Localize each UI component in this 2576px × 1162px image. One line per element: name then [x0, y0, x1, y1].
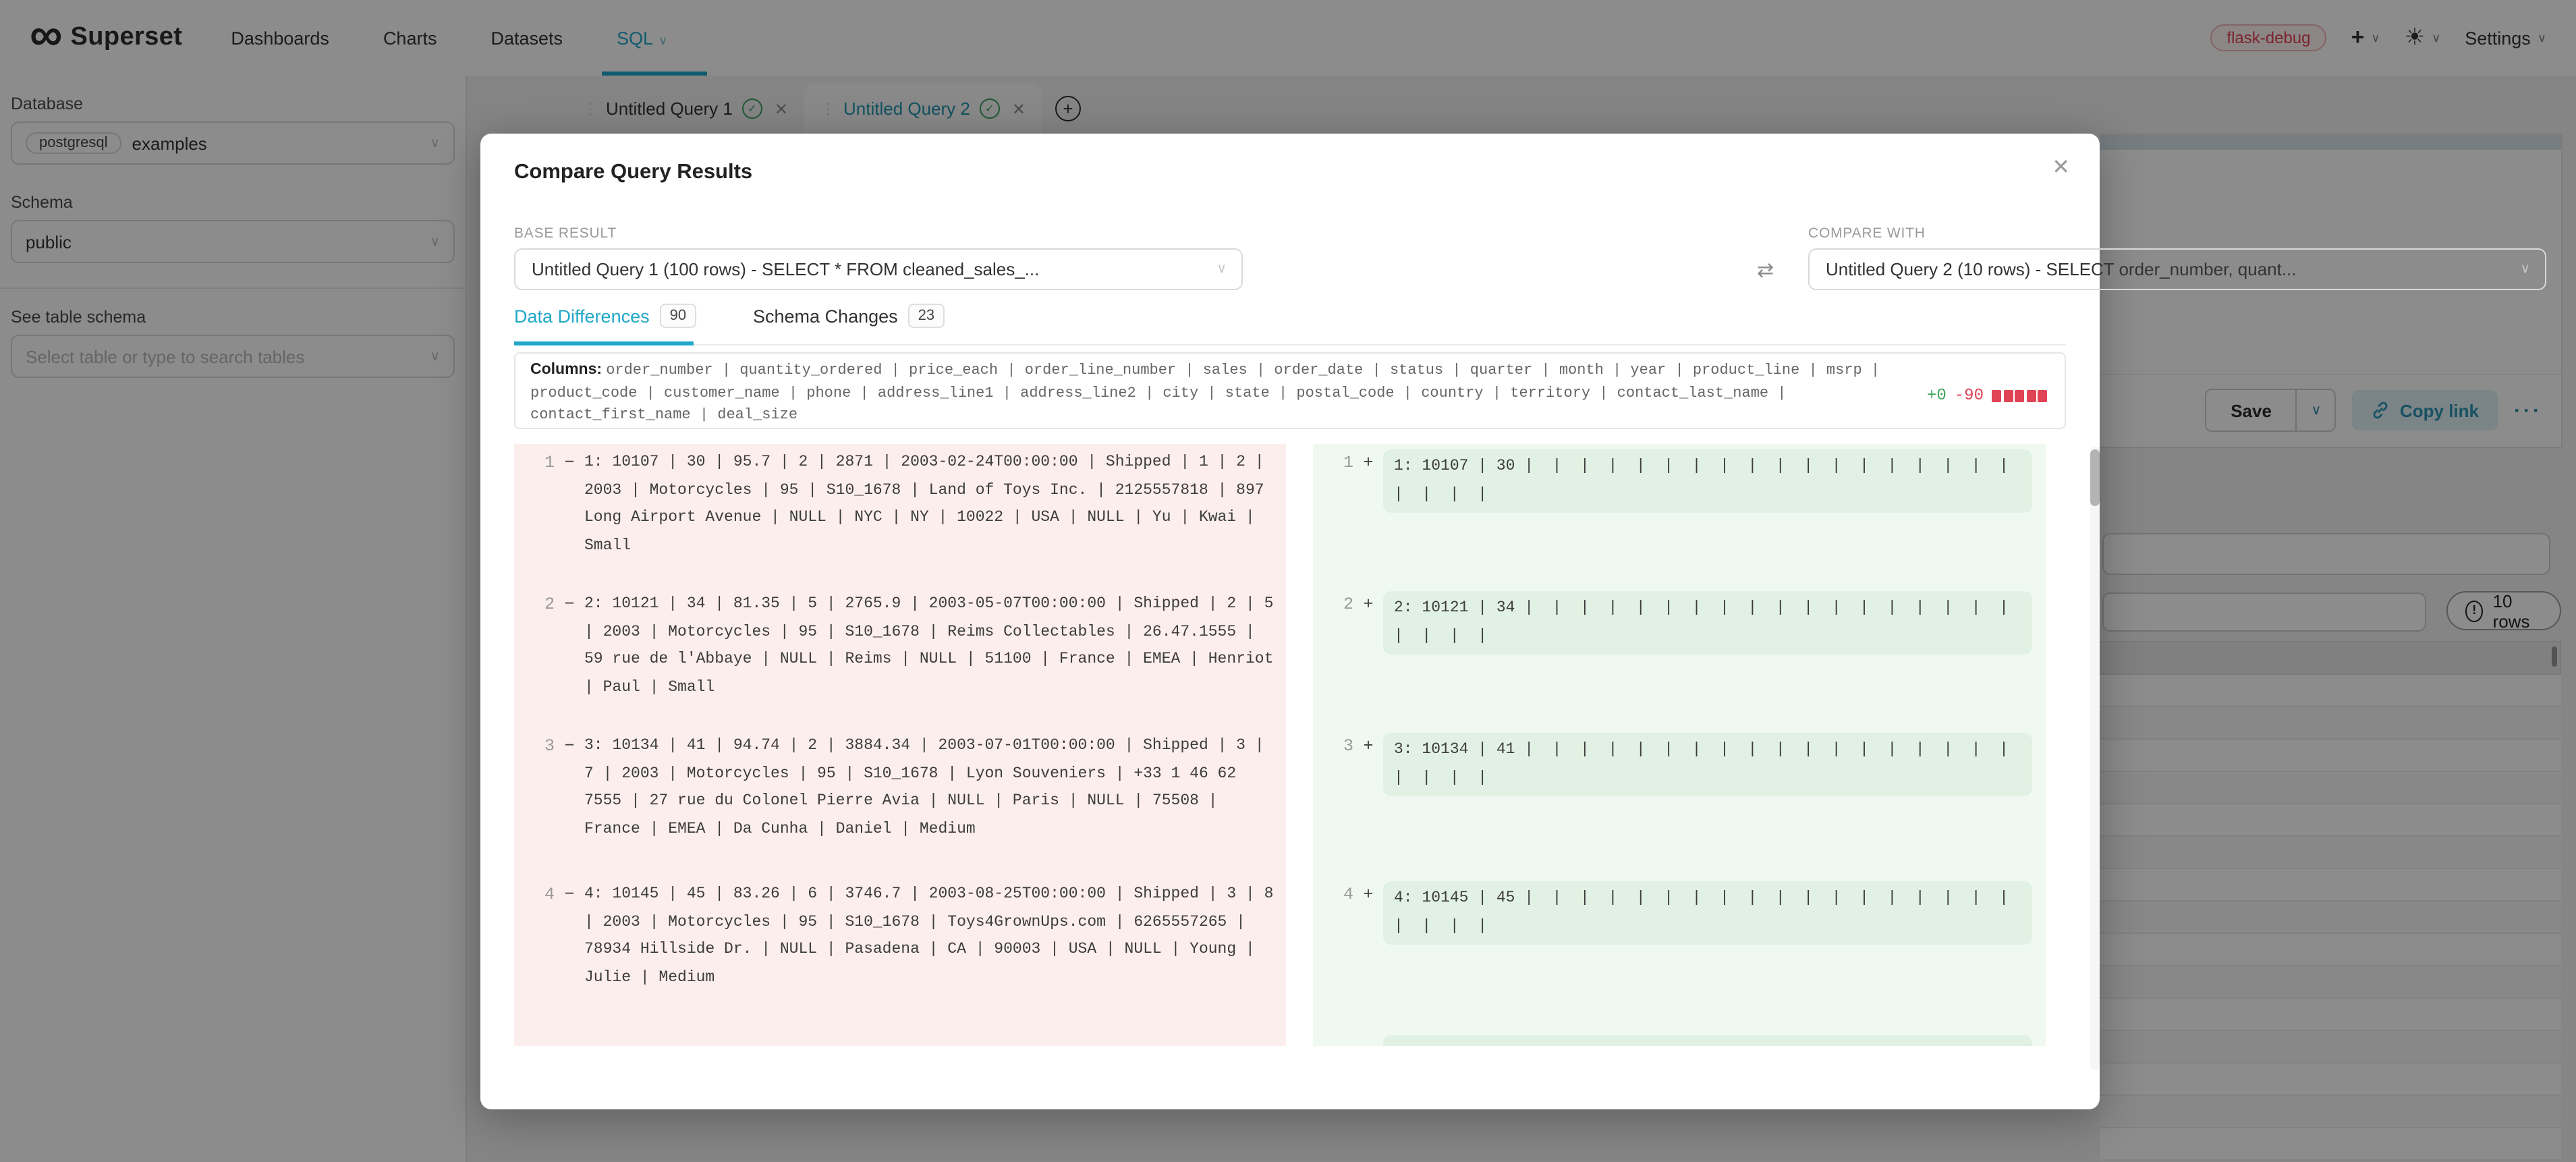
- diff-right-added: 1 + 1: 10107 | 30 | | | | | | | | | | | …: [1313, 444, 2046, 586]
- base-result-label: BASE RESULT: [514, 225, 617, 242]
- diff-row: 3 − 3: 10134 | 41 | 94.74 | 2 | 3884.34 …: [514, 727, 2066, 876]
- removed-row-text: 4: 10145 | 45 | 83.26 | 6 | 3746.7 | 200…: [584, 881, 1275, 1024]
- added-count: +0: [1927, 386, 1947, 407]
- removed-marker: −: [555, 881, 584, 1024]
- added-marker: +: [1353, 881, 1383, 1024]
- diff-row: 2 − 2: 10121 | 34 | 81.35 | 5 | 2765.9 |…: [514, 586, 2066, 727]
- line-number: 3: [1332, 733, 1353, 876]
- diff-left-removed: 1 − 1: 10107 | 30 | 95.7 | 2 | 2871 | 20…: [514, 444, 1286, 586]
- modal-tabs: Data Differences 90 Schema Changes 23: [514, 274, 2066, 339]
- diff-scrollbar-thumb[interactable]: [2090, 449, 2100, 506]
- removed-count: -90: [1955, 386, 1984, 407]
- superset-sql-lab: ∞ Superset Dashboards Charts Datasets SQ…: [0, 0, 2576, 1162]
- tabs-divider: [514, 344, 2066, 345]
- line-number: 1: [533, 449, 555, 586]
- line-number: [1332, 1035, 1353, 1046]
- schema-changes-count-badge: 23: [909, 304, 945, 328]
- line-number: 1: [1332, 449, 1353, 586]
- removed-marker: −: [555, 449, 584, 586]
- compare-query-results-modal: Compare Query Results ✕ BASE RESULT Unti…: [480, 134, 2100, 1109]
- diff-view: 1 − 1: 10107 | 30 | 95.7 | 2 | 2871 | 20…: [514, 444, 2066, 1073]
- diff-block-square: [2015, 391, 2024, 403]
- diff-row: 1 − 1: 10107 | 30 | 95.7 | 2 | 2871 | 20…: [514, 444, 2066, 586]
- columns-list: order_number | quantity_ordered | price_…: [530, 363, 1880, 424]
- removed-row-text: 3: 10134 | 41 | 94.74 | 2 | 3884.34 | 20…: [584, 733, 1275, 876]
- diff-left-removed: [514, 1024, 1286, 1046]
- added-row-text: 2: 10121 | 34 | | | | | | | | | | | | | …: [1383, 591, 2032, 655]
- added-marker: +: [1353, 449, 1383, 586]
- diff-left-removed: 3 − 3: 10134 | 41 | 94.74 | 2 | 3884.34 …: [514, 727, 1286, 876]
- line-number: 3: [533, 733, 555, 876]
- tab-data-differences[interactable]: Data Differences 90: [514, 304, 696, 328]
- diff-block-square: [1992, 391, 2001, 403]
- removed-row-text: 1: 10107 | 30 | 95.7 | 2 | 2871 | 2003-0…: [584, 449, 1275, 586]
- columns-header-box: Columns: order_number | quantity_ordered…: [514, 352, 2066, 429]
- diff-scrollbar-track[interactable]: [2090, 447, 2100, 1070]
- diff-right-added: [1313, 1024, 2046, 1046]
- diff-blocks-indicator: [1992, 391, 2047, 403]
- added-row-text: 3: 10134 | 41 | | | | | | | | | | | | | …: [1383, 733, 2032, 796]
- added-marker: +: [1353, 733, 1383, 876]
- tab-schema-changes-label: Schema Changes: [753, 306, 898, 326]
- compare-with-label: COMPARE WITH: [1808, 225, 1926, 242]
- line-number: 2: [533, 591, 555, 727]
- diff-right-added: 3 + 3: 10134 | 41 | | | | | | | | | | | …: [1313, 727, 2046, 876]
- data-differences-count-badge: 90: [661, 304, 696, 328]
- line-number: 4: [1332, 881, 1353, 1024]
- diff-gutter: [1286, 1024, 1313, 1046]
- tab-schema-changes[interactable]: Schema Changes 23: [753, 304, 944, 328]
- diff-summary: +0 -90: [1927, 386, 2047, 407]
- diff-left-removed: 2 − 2: 10121 | 34 | 81.35 | 5 | 2765.9 |…: [514, 586, 1286, 727]
- added-row-text: 4: 10145 | 45 | | | | | | | | | | | | | …: [1383, 881, 2032, 945]
- diff-block-square: [2038, 391, 2047, 403]
- diff-left-removed: 4 − 4: 10145 | 45 | 83.26 | 6 | 3746.7 |…: [514, 876, 1286, 1024]
- removed-row-text: 2: 10121 | 34 | 81.35 | 5 | 2765.9 | 200…: [584, 591, 1275, 727]
- diff-row-clipped: [514, 1024, 2066, 1046]
- added-marker: +: [1353, 591, 1383, 727]
- added-row-block-clipped: [1383, 1035, 2032, 1046]
- diff-block-square: [2026, 391, 2036, 403]
- line-number: 2: [1332, 591, 1353, 727]
- active-tab-underline: [514, 341, 694, 345]
- diff-right-added: 4 + 4: 10145 | 45 | | | | | | | | | | | …: [1313, 876, 2046, 1024]
- close-modal-icon[interactable]: ✕: [2052, 158, 2070, 179]
- added-row-text: 1: 10107 | 30 | | | | | | | | | | | | | …: [1383, 449, 2032, 513]
- line-number: 4: [533, 881, 555, 1024]
- removed-marker: −: [555, 733, 584, 876]
- modal-title: Compare Query Results: [514, 161, 752, 185]
- diff-right-added: 2 + 2: 10121 | 34 | | | | | | | | | | | …: [1313, 586, 2046, 727]
- diff-gutter: [1286, 876, 1313, 1024]
- diff-row: 4 − 4: 10145 | 45 | 83.26 | 6 | 3746.7 |…: [514, 876, 2066, 1024]
- diff-block-square: [2003, 391, 2013, 403]
- removed-marker: −: [555, 591, 584, 727]
- diff-gutter: [1286, 444, 1313, 586]
- columns-label: Columns:: [530, 362, 602, 378]
- chevron-down-icon: ∨: [2520, 262, 2530, 277]
- diff-gutter: [1286, 586, 1313, 727]
- tab-data-differences-label: Data Differences: [514, 306, 650, 326]
- added-marker: [1353, 1035, 1383, 1046]
- diff-gutter: [1286, 727, 1313, 876]
